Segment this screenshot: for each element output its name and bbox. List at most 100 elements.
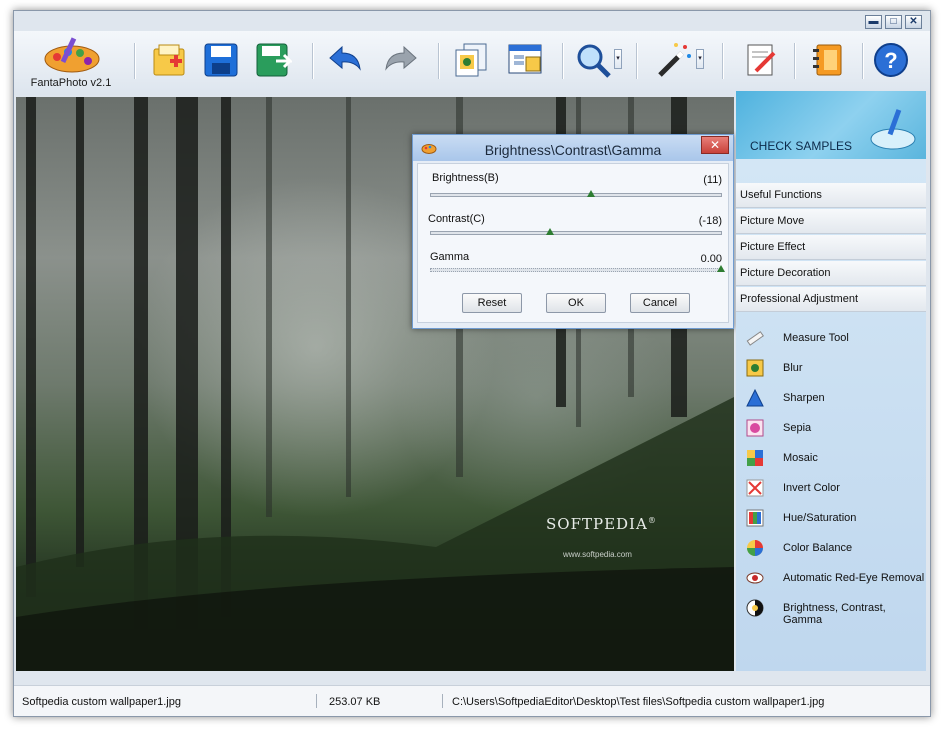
reset-button[interactable]: Reset [462, 293, 522, 313]
ok-button[interactable]: OK [546, 293, 606, 313]
palette-icon [44, 37, 100, 73]
brightness-label: Brightness(B) [432, 172, 499, 184]
watermark-reg: ® [647, 516, 657, 525]
toolbar-separator [134, 43, 135, 79]
tool-mosaic[interactable]: Mosaic [736, 443, 926, 473]
samples-icon [870, 109, 916, 150]
close-window-button[interactable]: ✕ [905, 15, 922, 29]
toolbar-separator [722, 43, 723, 79]
category-professional-adjustment[interactable]: Professional Adjustment [736, 287, 926, 312]
contrast-label: Contrast(C) [428, 213, 485, 225]
brightness-slider[interactable] [430, 190, 722, 197]
tool-label: Brightness, Contrast, Gamma [783, 602, 886, 626]
red-eye-icon [746, 572, 764, 584]
window-icon[interactable] [506, 41, 544, 79]
toolbar-separator [636, 43, 637, 79]
category-useful-functions[interactable]: Useful Functions [736, 183, 926, 208]
maximize-button[interactable]: □ [885, 15, 902, 29]
measure-tool-icon [746, 331, 764, 346]
gamma-value: 0.00 [700, 253, 722, 265]
hue-saturation-icon [746, 509, 764, 527]
minimize-button[interactable]: ▬ [865, 15, 882, 29]
check-samples-label: CHECK SAMPLES [750, 139, 853, 153]
category-picture-move[interactable]: Picture Move [736, 209, 926, 234]
tool-blur[interactable]: Blur [736, 353, 926, 383]
category-picture-decoration[interactable]: Picture Decoration [736, 261, 926, 286]
tool-label: Sharpen [783, 392, 825, 404]
toolbar-separator [862, 43, 863, 79]
color-balance-icon [747, 540, 763, 556]
tool-color-balance[interactable]: Color Balance [736, 533, 926, 563]
redo-icon[interactable] [382, 41, 420, 79]
tool-sepia[interactable]: Sepia [736, 413, 926, 443]
app-window: ▬ □ ✕ FantaPhoto v2.1 ▾ ▾ ? SOFTPEDIA® w… [13, 10, 931, 717]
tool-brightness-contrast-gamma[interactable]: Brightness, Contrast, Gamma [736, 593, 926, 626]
app-logo: FantaPhoto v2.1 [28, 35, 114, 91]
right-panel: CHECK SAMPLES Useful Functions Picture M… [736, 91, 926, 671]
undo-icon[interactable] [326, 41, 364, 79]
tool-red-eye-removal[interactable]: Automatic Red-Eye Removal [736, 563, 926, 593]
toolbar-separator [438, 43, 439, 79]
gamma-slider[interactable] [430, 265, 725, 272]
zoom-icon[interactable] [574, 41, 612, 79]
zoom-dropdown[interactable]: ▾ [614, 49, 622, 69]
tool-invert-color[interactable]: Invert Color [736, 473, 926, 503]
status-filesize: 253.07 KB [329, 696, 381, 708]
tool-label: Hue/Saturation [783, 512, 857, 524]
save-icon[interactable] [202, 41, 240, 79]
open-file-icon[interactable] [150, 41, 188, 79]
save-as-icon[interactable] [254, 41, 292, 79]
tool-measure[interactable]: Measure Tool [736, 323, 926, 353]
status-divider [442, 694, 443, 708]
dialog-title: Brightness\Contrast\Gamma [484, 142, 662, 158]
dialog-titlebar[interactable]: Brightness\Contrast\Gamma ✕ [413, 135, 733, 161]
magic-wand-icon[interactable] [654, 41, 692, 79]
book-icon[interactable] [810, 41, 848, 79]
help-icon[interactable]: ? [872, 41, 910, 79]
tool-label: Mosaic [783, 452, 818, 464]
brightness-contrast-gamma-dialog: Brightness\Contrast\Gamma ✕ Brightness(B… [412, 134, 734, 329]
help-glyph: ? [884, 48, 897, 73]
status-bar: Softpedia custom wallpaper1.jpg 253.07 K… [14, 685, 930, 716]
tool-label: Sepia [783, 422, 812, 434]
cancel-button[interactable]: Cancel [630, 293, 690, 313]
tool-label: Automatic Red-Eye Removal [783, 572, 925, 584]
status-filename: Softpedia custom wallpaper1.jpg [22, 696, 181, 708]
toolbar-separator [562, 43, 563, 79]
category-picture-effect[interactable]: Picture Effect [736, 235, 926, 260]
sharpen-icon [746, 389, 764, 407]
dialog-body: Brightness(B) (11) Contrast(C) (-18) Gam… [417, 163, 729, 323]
check-samples-banner[interactable]: CHECK SAMPLES [736, 91, 926, 159]
gamma-slider-thumb[interactable] [717, 265, 725, 272]
invert-color-icon [746, 479, 764, 497]
watermark-text: SOFTPEDIA [546, 515, 648, 533]
tool-label: Blur [783, 362, 803, 374]
watermark-url: www.softpedia.com [563, 550, 632, 559]
sepia-icon [746, 419, 764, 437]
tool-hue-saturation[interactable]: Hue/Saturation [736, 503, 926, 533]
dialog-close-button[interactable]: ✕ [701, 136, 729, 154]
copy-icon[interactable] [452, 41, 490, 79]
contrast-slider[interactable] [430, 228, 722, 235]
window-controls: ▬ □ ✕ [865, 15, 922, 29]
toolbar-separator [794, 43, 795, 79]
brightness-contrast-icon [746, 599, 764, 617]
tool-label: Measure Tool [783, 332, 849, 344]
brightness-slider-thumb[interactable] [586, 190, 595, 197]
toolbar-separator [312, 43, 313, 79]
blur-icon [746, 359, 764, 377]
tool-label: Invert Color [783, 482, 840, 494]
toolbar: FantaPhoto v2.1 ▾ ▾ ? [14, 31, 930, 95]
tool-label: Color Balance [783, 542, 853, 554]
status-divider [316, 694, 317, 708]
app-logo-label: FantaPhoto v2.1 [30, 77, 112, 89]
contrast-value: (-18) [698, 215, 722, 227]
status-path: C:\Users\SoftpediaEditor\Desktop\Test fi… [452, 696, 825, 708]
gamma-label: Gamma [430, 251, 470, 263]
edit-icon[interactable] [742, 41, 780, 79]
tool-sharpen[interactable]: Sharpen [736, 383, 926, 413]
contrast-slider-thumb[interactable] [545, 228, 554, 235]
mosaic-icon [747, 450, 763, 466]
watermark-title: SOFTPEDIA® [546, 515, 657, 533]
wand-dropdown[interactable]: ▾ [696, 49, 704, 69]
